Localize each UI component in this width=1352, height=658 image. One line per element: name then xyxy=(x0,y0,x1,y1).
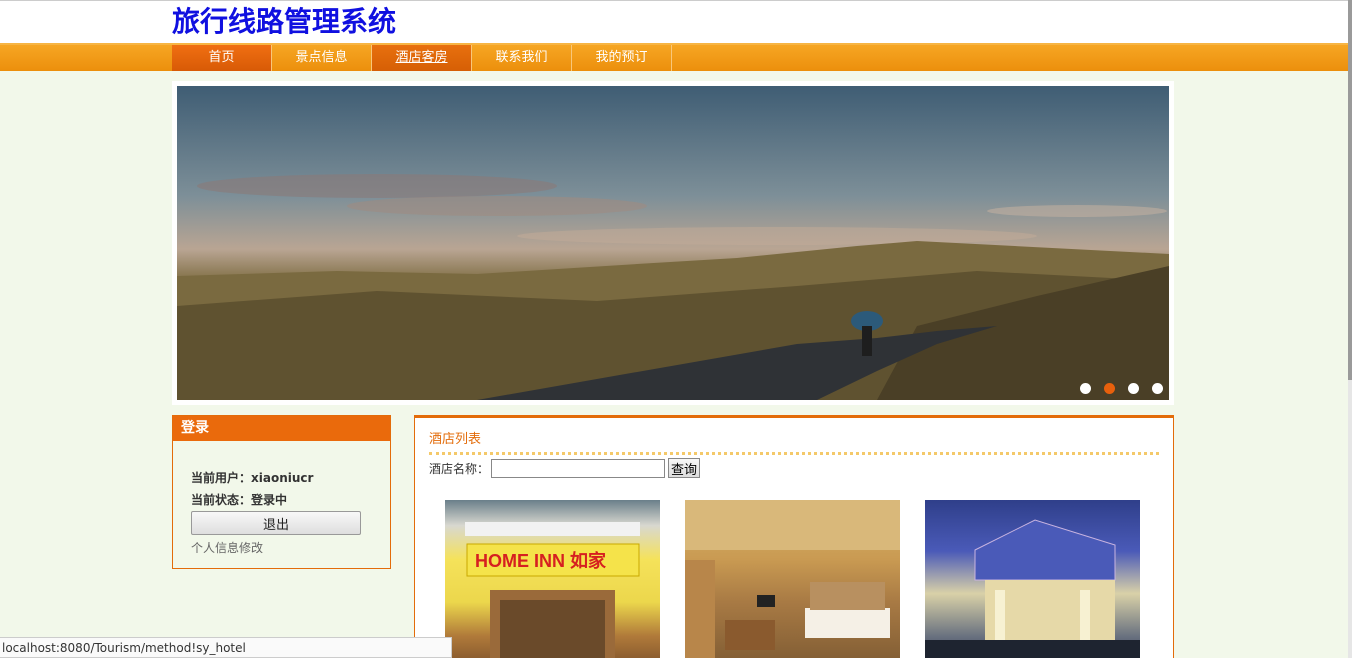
carousel-dots xyxy=(1080,383,1163,394)
hotel-card-image[interactable]: HOME INN 如家 xyxy=(445,500,660,658)
nav-item-home[interactable]: 首页 xyxy=(172,45,272,71)
carousel-dot[interactable] xyxy=(1128,383,1139,394)
hotel-card-image[interactable] xyxy=(925,500,1140,658)
page-scrollbar[interactable] xyxy=(1348,0,1352,658)
hotel-name-label: 酒店名称： xyxy=(429,461,490,476)
carousel-dot-active[interactable] xyxy=(1104,383,1115,394)
hotel-name-input[interactable] xyxy=(491,458,666,478)
search-button[interactable]: 查询 xyxy=(668,458,701,478)
banner-image[interactable] xyxy=(177,86,1169,400)
current-user: 当前用户：xiaoniucr xyxy=(191,471,314,485)
login-panel-body: 当前用户：xiaoniucr 当前状态：登录中 退出 个人信息修改 xyxy=(173,441,390,556)
edit-profile-link[interactable]: 个人信息修改 xyxy=(191,539,390,556)
hotel-list-panel: 酒店列表 酒店名称： 查询 HOME INN 如家 xyxy=(414,415,1174,658)
carousel-dot[interactable] xyxy=(1080,383,1091,394)
carousel-dot[interactable] xyxy=(1152,383,1163,394)
hotel-search-form: 酒店名称： 查询 xyxy=(429,458,701,478)
login-panel: 登录 当前用户：xiaoniucr 当前状态：登录中 退出 个人信息修改 xyxy=(172,415,391,569)
title-divider xyxy=(429,452,1159,455)
logout-button[interactable]: 退出 xyxy=(191,511,361,535)
home-inn-sign: HOME INN 如家 xyxy=(475,550,607,571)
top-header: 旅行线路管理系统 xyxy=(0,0,1348,43)
nav-item-attractions[interactable]: 景点信息 xyxy=(272,45,372,71)
nav-item-hotel-rooms[interactable]: 酒店客房 xyxy=(372,45,472,71)
nav-list: 首页 景点信息 酒店客房 联系我们 我的预订 xyxy=(172,45,672,71)
login-panel-title: 登录 xyxy=(173,416,390,441)
nav-item-contact[interactable]: 联系我们 xyxy=(472,45,572,71)
hotel-building-photo xyxy=(925,519,1140,658)
hotel-room-photo xyxy=(685,500,900,658)
scrollbar-thumb[interactable] xyxy=(1348,0,1352,380)
browser-status-bar: localhost:8080/Tourism/method!sy_hotel xyxy=(0,637,452,658)
nav-item-my-bookings[interactable]: 我的预订 xyxy=(572,45,672,71)
site-title: 旅行线路管理系统 xyxy=(172,5,397,38)
hotel-photo: HOME INN 如家 xyxy=(465,522,640,658)
hotel-list-title: 酒店列表 xyxy=(429,432,482,447)
landscape-illustration xyxy=(177,174,1169,400)
banner-frame xyxy=(172,81,1174,405)
current-status: 当前状态：登录中 xyxy=(191,493,288,507)
main-nav: 首页 景点信息 酒店客房 联系我们 我的预订 xyxy=(0,43,1348,71)
hotel-card-image[interactable] xyxy=(685,500,900,658)
